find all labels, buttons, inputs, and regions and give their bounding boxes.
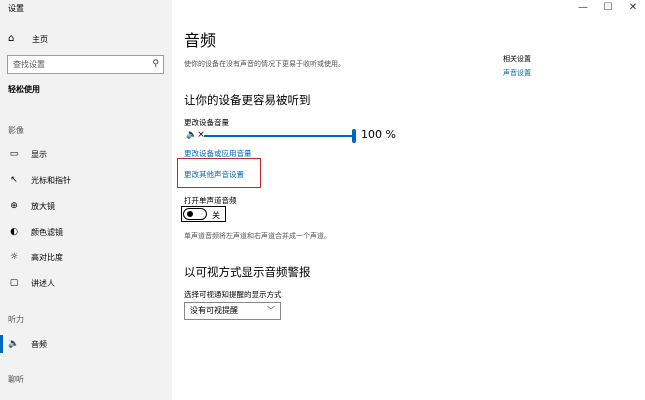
- volume-slider-row: 🔈× 100 %: [186, 128, 406, 144]
- volume-label: 更改设备音量: [184, 118, 229, 127]
- narrator-icon: ▢: [9, 277, 19, 288]
- volume-slider-track[interactable]: [204, 135, 356, 137]
- sidebar-item-cursor[interactable]: ↖ 光标和指针: [8, 173, 71, 187]
- color-filter-icon: ◐: [10, 226, 18, 237]
- contrast-icon: ☼: [9, 251, 19, 262]
- section-heading-visual-alerts: 以可视方式显示音频警报: [184, 265, 311, 279]
- page-title: 音频: [184, 31, 217, 50]
- sidebar-item-display[interactable]: ▭ 显示: [8, 147, 47, 161]
- sidebar-item-label: 讲述人: [31, 278, 55, 288]
- nav-home[interactable]: ⌂ 主页: [8, 32, 48, 46]
- app-title: 设置: [8, 4, 24, 13]
- sidebar-item-label: 放大镜: [31, 201, 55, 211]
- visual-alert-select-value: 没有可视提醒: [190, 306, 238, 315]
- sidebar-item-label: 光标和指针: [31, 175, 71, 185]
- sidebar-item-audio[interactable]: 🔈 音频: [0, 335, 47, 353]
- mono-toggle-state: 关: [212, 211, 220, 220]
- sidebar: 设置 ⌂ 主页 查找设置 ⚲ 轻松使用 影像 ▭ 显示 ↖ 光标和指针 ⊕ 放大…: [0, 0, 172, 400]
- category-title: 轻松使用: [8, 85, 40, 94]
- search-input[interactable]: 查找设置 ⚲: [7, 55, 164, 74]
- magnifier-icon: ⊕: [10, 200, 18, 211]
- page-description: 使你的设备在没有声音的情况下更易于收听或使用。: [184, 60, 345, 68]
- sidebar-item-label: 音频: [31, 339, 47, 349]
- sidebar-item-label: 高对比度: [31, 252, 63, 262]
- sidebar-item-magnifier[interactable]: ⊕ 放大镜: [8, 199, 55, 213]
- section-vision: 影像: [8, 126, 24, 135]
- visual-alert-select[interactable]: 没有可视提醒 ﹀: [184, 302, 281, 320]
- speaker-mute-icon[interactable]: 🔈×: [186, 130, 205, 140]
- visual-alert-label: 选择可视通知提醒的显示方式: [184, 290, 282, 299]
- mono-audio-note: 单声道音频将左声道和右声道合并成一个声道。: [184, 232, 331, 240]
- mono-audio-label: 打开单声道音频: [184, 196, 237, 205]
- cursor-icon: ↖: [10, 174, 18, 185]
- search-placeholder: 查找设置: [13, 60, 45, 69]
- sidebar-item-color-filter[interactable]: ◐ 颜色滤镜: [8, 225, 63, 239]
- section-hearing: 听力: [8, 315, 24, 324]
- audio-icon: 🔈: [8, 338, 20, 349]
- active-indicator: [0, 335, 3, 353]
- maximize-button[interactable]: ☐: [598, 1, 618, 15]
- sidebar-item-label: 显示: [31, 149, 47, 159]
- minimize-button[interactable]: —: [573, 1, 593, 15]
- volume-slider-thumb[interactable]: [352, 129, 356, 143]
- section-interaction: 聊听: [8, 375, 24, 384]
- home-icon: ⌂: [8, 33, 15, 44]
- display-icon: ▭: [9, 148, 19, 159]
- sound-settings-link[interactable]: 声音设置: [503, 68, 531, 78]
- sidebar-item-contrast[interactable]: ☼ 高对比度: [8, 250, 63, 264]
- other-sound-settings-link[interactable]: 更改其他声音设置: [184, 169, 244, 180]
- sidebar-item-narrator[interactable]: ▢ 讲述人: [8, 276, 55, 290]
- mono-audio-toggle[interactable]: [183, 208, 207, 220]
- chevron-down-icon: ﹀: [267, 306, 275, 315]
- section-heading-hearing: 让你的设备更容易被听到: [184, 93, 311, 107]
- nav-home-label: 主页: [32, 34, 48, 44]
- close-button[interactable]: ✕: [623, 1, 643, 15]
- sidebar-item-label: 颜色滤镜: [31, 227, 63, 237]
- search-icon[interactable]: ⚲: [152, 56, 159, 73]
- related-settings-title: 相关设置: [503, 55, 531, 63]
- toggle-knob: [187, 211, 193, 217]
- volume-value: 100 %: [361, 128, 396, 141]
